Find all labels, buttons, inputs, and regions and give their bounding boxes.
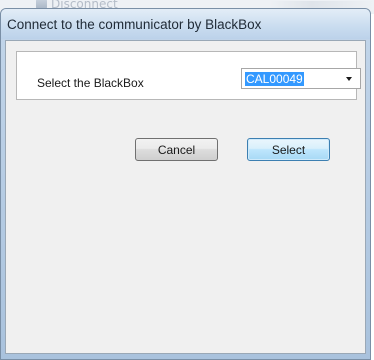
connect-dialog: Connect to the communicator by BlackBox … — [0, 8, 371, 360]
select-blackbox-label: Select the BlackBox — [37, 76, 144, 90]
chevron-down-icon[interactable] — [346, 77, 352, 81]
dialog-title: Connect to the communicator by BlackBox — [7, 17, 262, 32]
dialog-title-bar[interactable]: Connect to the communicator by BlackBox — [1, 9, 370, 39]
blackbox-combo-value: CAL00049 — [245, 71, 304, 86]
blackbox-selection-panel: Select the BlackBox CAL00049 — [16, 51, 361, 100]
cancel-button[interactable]: Cancel — [135, 138, 218, 161]
blackbox-combo[interactable]: CAL00049 — [241, 68, 361, 89]
select-button[interactable]: Select — [247, 138, 330, 161]
dialog-client-area: Select the BlackBox CAL00049 Cancel Sele… — [5, 40, 366, 354]
